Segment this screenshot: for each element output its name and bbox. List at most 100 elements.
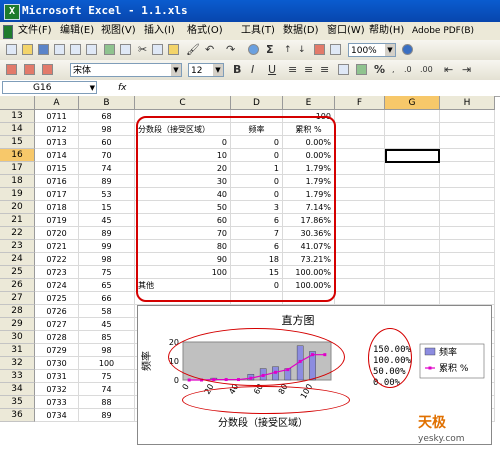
cell-e15[interactable]: 0.00% xyxy=(283,136,335,149)
cell-a14[interactable]: 0712 xyxy=(35,123,79,136)
col-header-h[interactable]: H xyxy=(440,96,495,110)
row-header-25[interactable]: 25 xyxy=(0,266,35,279)
cell-g21[interactable] xyxy=(385,214,440,227)
cell-a30[interactable]: 0728 xyxy=(35,331,79,344)
decrease-decimal-icon[interactable]: .00 xyxy=(420,62,433,78)
font-dropdown-icon[interactable]: ▼ xyxy=(171,64,181,76)
cell-b36[interactable]: 89 xyxy=(79,409,135,422)
cell-c15[interactable]: 0 xyxy=(135,136,231,149)
percent-button[interactable]: % xyxy=(374,62,385,78)
menu-insert[interactable]: 插入(I) xyxy=(144,22,175,40)
cell-h13[interactable] xyxy=(440,110,495,123)
cell-g19[interactable] xyxy=(385,188,440,201)
cell-a29[interactable]: 0727 xyxy=(35,318,79,331)
cell-c24[interactable]: 90 xyxy=(135,253,231,266)
cell-c20[interactable]: 50 xyxy=(135,201,231,214)
row-header-24[interactable]: 24 xyxy=(0,253,35,266)
cell-g17[interactable] xyxy=(385,162,440,175)
new-icon[interactable] xyxy=(6,44,17,55)
italic-button[interactable]: I xyxy=(251,62,254,78)
chart-wizard-icon[interactable] xyxy=(314,44,325,55)
cell-c14[interactable]: 分数段（接受区域） xyxy=(135,123,231,136)
cell-a17[interactable]: 0715 xyxy=(35,162,79,175)
cell-b32[interactable]: 100 xyxy=(79,357,135,370)
align-center-icon[interactable]: ≡ xyxy=(304,62,313,78)
row-header-31[interactable]: 31 xyxy=(0,344,35,357)
name-box-dropdown-icon[interactable]: ▼ xyxy=(90,80,95,96)
cell-g15[interactable] xyxy=(385,136,440,149)
cell-c13[interactable] xyxy=(135,110,231,123)
cell-f25[interactable] xyxy=(335,266,385,279)
cell-a34[interactable]: 0732 xyxy=(35,383,79,396)
cell-b22[interactable]: 89 xyxy=(79,227,135,240)
cell-f23[interactable] xyxy=(335,240,385,253)
paste-icon[interactable] xyxy=(168,44,179,55)
menu-help[interactable]: 帮助(H) xyxy=(369,22,404,40)
cell-b26[interactable]: 65 xyxy=(79,279,135,292)
menu-data[interactable]: 数据(D) xyxy=(283,22,319,40)
cell-a15[interactable]: 0713 xyxy=(35,136,79,149)
redo-icon[interactable]: ↷ xyxy=(226,42,235,58)
cell-d15[interactable]: 0 xyxy=(231,136,283,149)
merge-center-icon[interactable] xyxy=(338,64,349,75)
row-header-35[interactable]: 35 xyxy=(0,396,35,409)
cell-h26[interactable] xyxy=(440,279,495,292)
cell-b28[interactable]: 58 xyxy=(79,305,135,318)
cell-c18[interactable]: 30 xyxy=(135,175,231,188)
cell-f22[interactable] xyxy=(335,227,385,240)
cell-g26[interactable] xyxy=(385,279,440,292)
cell-d16[interactable]: 0 xyxy=(231,149,283,162)
cell-b35[interactable]: 88 xyxy=(79,396,135,409)
cell-f27[interactable] xyxy=(335,292,385,305)
row-header-23[interactable]: 23 xyxy=(0,240,35,253)
cell-g25[interactable] xyxy=(385,266,440,279)
bold-button[interactable]: B xyxy=(233,62,241,78)
col-header-f[interactable]: F xyxy=(335,96,385,110)
menu-adobe-pdf[interactable]: Adobe PDF(B) xyxy=(412,22,474,40)
print-preview-icon[interactable] xyxy=(86,44,97,55)
cell-e14[interactable]: 累积 % xyxy=(283,123,335,136)
cell-h17[interactable] xyxy=(440,162,495,175)
drawing-icon[interactable] xyxy=(330,44,341,55)
underline-button[interactable]: U xyxy=(268,62,276,78)
cell-f16[interactable] xyxy=(335,149,385,162)
cell-b25[interactable]: 75 xyxy=(79,266,135,279)
row-header-20[interactable]: 20 xyxy=(0,201,35,214)
cell-f13[interactable] xyxy=(335,110,385,123)
cell-h15[interactable] xyxy=(440,136,495,149)
cell-c19[interactable]: 40 xyxy=(135,188,231,201)
cell-a23[interactable]: 0721 xyxy=(35,240,79,253)
cell-b19[interactable]: 53 xyxy=(79,188,135,201)
cell-g14[interactable] xyxy=(385,123,440,136)
row-header-34[interactable]: 34 xyxy=(0,383,35,396)
cell-b17[interactable]: 74 xyxy=(79,162,135,175)
cell-b34[interactable]: 74 xyxy=(79,383,135,396)
cell-e13[interactable]: 100 xyxy=(283,110,335,123)
formula-input[interactable] xyxy=(135,81,497,94)
decrease-indent-icon[interactable]: ⇤ xyxy=(444,62,453,78)
cell-c23[interactable]: 80 xyxy=(135,240,231,253)
cell-b33[interactable]: 75 xyxy=(79,370,135,383)
row-header-36[interactable]: 36 xyxy=(0,409,35,422)
cut-icon[interactable]: ✂ xyxy=(138,42,147,58)
cell-e22[interactable]: 30.36% xyxy=(283,227,335,240)
row-header-30[interactable]: 30 xyxy=(0,331,35,344)
cell-f24[interactable] xyxy=(335,253,385,266)
cell-e26[interactable]: 100.00% xyxy=(283,279,335,292)
cell-d13[interactable] xyxy=(231,110,283,123)
cell-d17[interactable]: 1 xyxy=(231,162,283,175)
cell-f18[interactable] xyxy=(335,175,385,188)
cell-a22[interactable]: 0720 xyxy=(35,227,79,240)
cell-c22[interactable]: 70 xyxy=(135,227,231,240)
cell-b15[interactable]: 60 xyxy=(79,136,135,149)
cell-g23[interactable] xyxy=(385,240,440,253)
cell-h24[interactable] xyxy=(440,253,495,266)
open-icon[interactable] xyxy=(22,44,33,55)
row-header-14[interactable]: 14 xyxy=(0,123,35,136)
fx-icon[interactable]: fx xyxy=(118,80,127,96)
col-header-a[interactable]: A xyxy=(35,96,79,110)
copy-icon[interactable] xyxy=(152,44,163,55)
align-left-icon[interactable]: ≡ xyxy=(288,62,297,78)
active-cell-g16[interactable] xyxy=(385,149,440,163)
cell-d21[interactable]: 6 xyxy=(231,214,283,227)
